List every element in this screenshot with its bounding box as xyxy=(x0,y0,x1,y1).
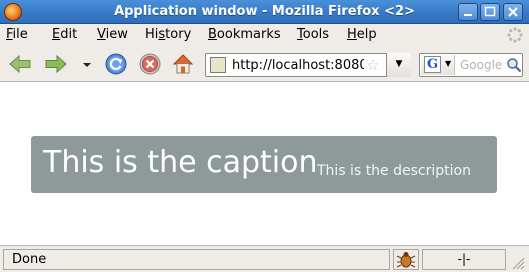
history-dropdown-icon[interactable] xyxy=(80,52,94,76)
search-icon[interactable] xyxy=(506,56,522,74)
resize-grip-icon[interactable] xyxy=(509,254,525,270)
minimize-button[interactable] xyxy=(458,3,478,21)
home-icon[interactable] xyxy=(171,52,195,76)
close-button[interactable] xyxy=(503,3,523,21)
stop-icon[interactable] xyxy=(138,52,162,76)
menu-tools[interactable]: Tools xyxy=(297,27,329,42)
throbber-icon xyxy=(507,27,523,43)
search-input[interactable]: Google xyxy=(460,58,502,72)
window-title: Application window - Mozilla Firefox <2> xyxy=(114,4,415,19)
address-dropdown-button[interactable]: ▼ xyxy=(386,53,411,77)
menu-file[interactable]: File xyxy=(6,27,28,42)
maximize-icon xyxy=(484,6,496,17)
search-engine-button[interactable]: G ▼ xyxy=(421,55,455,75)
menu-view[interactable]: View xyxy=(97,27,128,42)
bug-icon xyxy=(396,252,416,268)
caption-banner: This is the caption This is the descript… xyxy=(31,136,497,193)
address-bar[interactable]: http://localhost:8080/ ☆ ▼ xyxy=(205,53,411,77)
caption-text: This is the caption xyxy=(43,145,318,180)
forward-arrow-icon[interactable] xyxy=(44,52,68,76)
bookmark-star-icon[interactable]: ☆ xyxy=(366,56,379,74)
menu-edit[interactable]: Edit xyxy=(52,27,77,42)
menu-bar: File Edit View History Bookmarks Tools H… xyxy=(0,24,529,46)
close-icon xyxy=(508,7,518,17)
search-bar[interactable]: G ▼ Google xyxy=(419,53,523,77)
google-logo-icon: G xyxy=(424,56,441,73)
page-favicon-icon xyxy=(210,57,226,73)
description-text: This is the description xyxy=(317,163,471,179)
page-content: This is the caption This is the descript… xyxy=(0,83,529,245)
status-text: Done xyxy=(3,249,390,270)
back-arrow-icon[interactable] xyxy=(8,52,32,76)
chevron-down-icon: ▼ xyxy=(445,59,452,68)
status-extension-panel[interactable]: -|- xyxy=(422,249,506,270)
menu-bookmarks[interactable]: Bookmarks xyxy=(208,27,281,42)
reload-icon[interactable] xyxy=(104,52,128,76)
menu-history[interactable]: History xyxy=(145,27,191,42)
menu-help[interactable]: Help xyxy=(347,27,377,42)
address-url[interactable]: http://localhost:8080/ xyxy=(232,58,364,73)
status-bug-icon-panel[interactable] xyxy=(393,249,419,270)
maximize-button[interactable] xyxy=(480,3,500,21)
minimize-icon xyxy=(464,14,472,16)
status-bar: Done -|- xyxy=(0,245,529,272)
title-bar: Application window - Mozilla Firefox <2> xyxy=(0,0,529,24)
